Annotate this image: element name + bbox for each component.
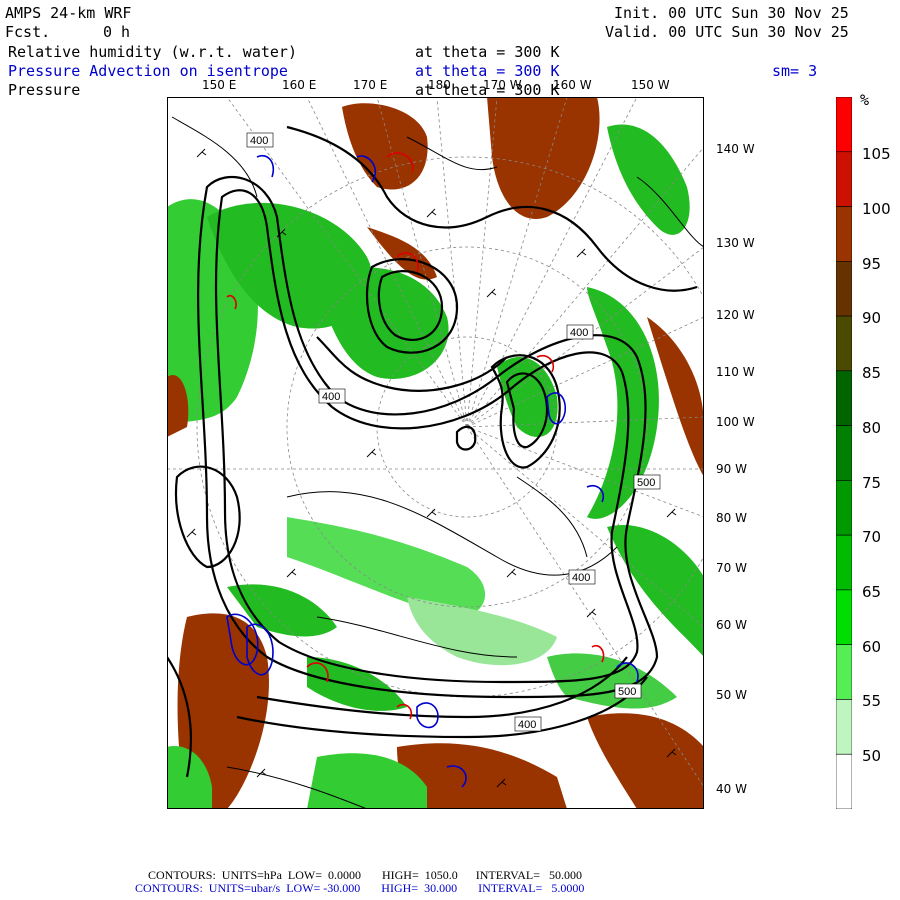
colorbar-tick: 80 — [862, 419, 882, 437]
colorbar-swatch — [836, 206, 852, 262]
colorbar-unit: % — [860, 91, 870, 109]
lon-label-right: 130 W — [716, 236, 755, 250]
lon-label-top: 160 W — [553, 78, 592, 92]
model-title: AMPS 24-km WRF — [5, 4, 132, 22]
field-3-name: Pressure — [8, 81, 81, 99]
colorbar-tick: 95 — [862, 255, 882, 273]
field-2-smoothing: sm= 3 — [772, 62, 818, 80]
colorbar-tick: 85 — [862, 364, 882, 382]
lon-label-top: 160 E — [282, 78, 317, 92]
colorbar-tick: 75 — [862, 474, 882, 492]
contour-label: 400 — [250, 135, 268, 147]
footer-advection-contours: CONTOURS: UNITS=ubar/s LOW= -30.000 HIGH… — [135, 881, 585, 895]
colorbar-swatch — [836, 753, 852, 809]
lon-label-right: 120 W — [716, 308, 755, 322]
contour-label: 500 — [618, 686, 636, 698]
colorbar-tick: 105 — [862, 145, 891, 163]
lon-label-top: 180 — [428, 78, 451, 92]
colorbar-tick: 65 — [862, 583, 882, 601]
contour-label: 500 — [637, 477, 655, 489]
field-1-name: Relative humidity (w.r.t. water) — [8, 43, 297, 61]
contour-label: 400 — [570, 327, 588, 339]
colorbar-swatch — [836, 425, 852, 481]
colorbar-tick: 100 — [862, 200, 891, 218]
colorbar — [836, 97, 852, 809]
lon-label-top: 170 E — [353, 78, 388, 92]
lon-label-top: 170 W — [483, 78, 522, 92]
lon-label-right: 110 W — [716, 365, 755, 379]
lon-label-right: 70 W — [716, 561, 747, 575]
contour-label: 400 — [322, 391, 340, 403]
lon-label-right: 100 W — [716, 415, 755, 429]
colorbar-tick: 90 — [862, 309, 882, 327]
lon-label-right: 50 W — [716, 688, 747, 702]
colorbar-swatch — [836, 97, 852, 153]
colorbar-tick: 55 — [862, 692, 882, 710]
lon-label-top: 150 E — [202, 78, 237, 92]
colorbar-swatch — [836, 699, 852, 755]
colorbar-tick: 70 — [862, 528, 882, 546]
map-panel: 400 400 400 500 400 500 400 — [167, 97, 704, 809]
colorbar-swatch — [836, 151, 852, 207]
contour-label: 400 — [518, 719, 536, 731]
lon-label-right: 90 W — [716, 462, 747, 476]
colorbar-swatch — [836, 644, 852, 700]
colorbar-swatch — [836, 315, 852, 372]
valid-time: Valid. 00 UTC Sun 30 Nov 25 — [605, 23, 849, 41]
contour-label: 400 — [572, 572, 590, 584]
field-2-level: at theta = 300 K — [415, 62, 560, 80]
colorbar-tick: 50 — [862, 747, 882, 765]
lon-label-right: 40 W — [716, 782, 747, 796]
colorbar-swatch — [836, 480, 852, 536]
forecast-hour: 0 h — [103, 23, 131, 41]
init-time: Init. 00 UTC Sun 30 Nov 25 — [614, 4, 849, 22]
colorbar-swatch — [836, 589, 852, 645]
lon-label-right: 140 W — [716, 142, 755, 156]
lon-label-right: 80 W — [716, 511, 747, 525]
field-2-name: Pressure Advection on isentrope — [8, 62, 288, 80]
colorbar-swatch — [836, 534, 852, 591]
colorbar-swatch — [836, 261, 852, 317]
lon-label-right: 60 W — [716, 618, 747, 632]
lon-label-top: 150 W — [631, 78, 670, 92]
colorbar-swatch — [836, 370, 852, 426]
forecast-label: Fcst. — [5, 23, 51, 41]
colorbar-tick: 60 — [862, 638, 882, 656]
field-1-level: at theta = 300 K — [415, 43, 560, 61]
